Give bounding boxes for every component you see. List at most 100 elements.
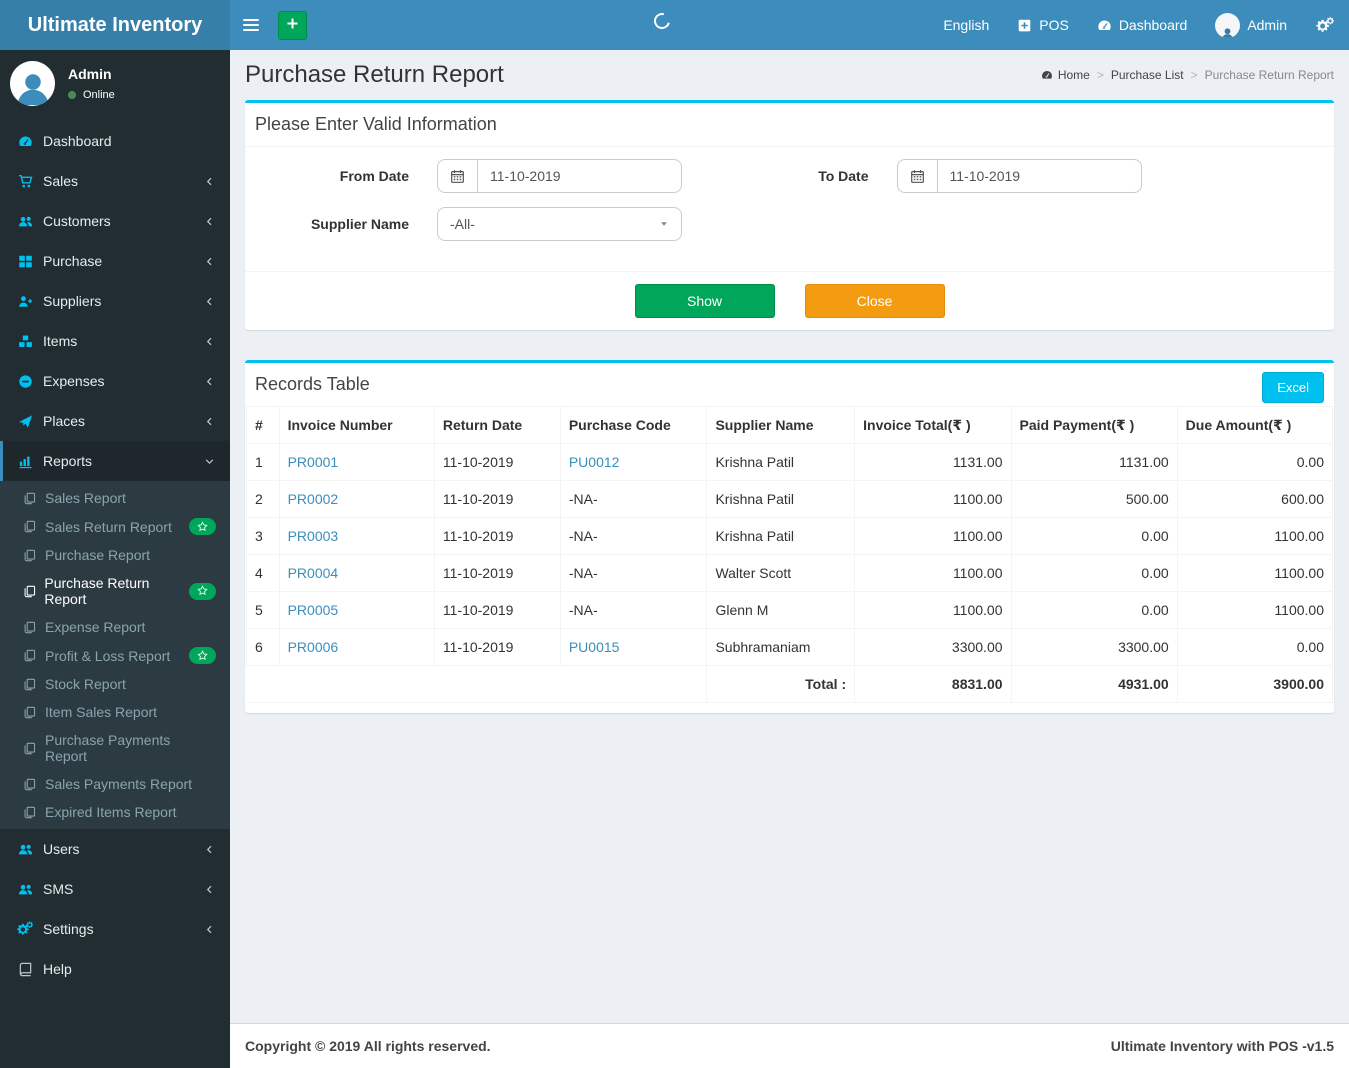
sidebar-item-users[interactable]: Users [0, 829, 230, 869]
sidebar-item-purchase-return-report[interactable]: Purchase Return Report [0, 569, 230, 613]
sidebar-item-purchase-payments-report[interactable]: Purchase Payments Report [0, 726, 230, 770]
sidebar-item-label: Expenses [43, 373, 105, 389]
sidebar-item-expense-report[interactable]: Expense Report [0, 613, 230, 641]
sidebar-item-sales-return-report[interactable]: Sales Return Report [0, 512, 230, 541]
quick-add-button[interactable] [278, 10, 307, 40]
person-icon [13, 68, 53, 106]
sidebar-item-help[interactable]: Help [0, 949, 230, 989]
supplier-group: Supplier Name -All- [255, 207, 790, 241]
copy-icon [22, 492, 37, 505]
sidebar-item-dashboard[interactable]: Dashboard [0, 121, 230, 161]
sidebar-item-purchase[interactable]: Purchase [0, 241, 230, 281]
copy-icon [22, 585, 36, 598]
sidebar-item-label: Sales Return Report [45, 518, 172, 535]
copyright-text: Copyright © 2019 All rights reserved. [245, 1038, 491, 1054]
purchase-code-link[interactable]: PU0012 [569, 454, 620, 470]
show-button[interactable]: Show [634, 284, 775, 318]
breadcrumb-item-home[interactable]: Home [1041, 68, 1090, 82]
sidebar-item-sales-report[interactable]: Sales Report [0, 484, 230, 512]
settings-menu[interactable] [1301, 0, 1349, 50]
invoice-link[interactable]: PR0003 [288, 528, 339, 544]
sidebar-item-sales-payments-report[interactable]: Sales Payments Report [0, 770, 230, 798]
sidebar-item-label: Purchase Return Report [44, 575, 150, 607]
column-header-invoice-total: Invoice Total(₹ ) [854, 406, 1012, 444]
sidebar-item-label: Users [43, 841, 80, 857]
invoice-total-cell: 3300.00 [854, 628, 1012, 666]
column-header-due-amount: Due Amount(₹ ) [1176, 406, 1334, 444]
new-badge [189, 518, 216, 535]
sidebar-item-customers[interactable]: Customers [0, 201, 230, 241]
sidebar-item-label: Dashboard [43, 133, 112, 149]
user-plus-icon [16, 294, 34, 309]
invoice-link[interactable]: PR0005 [288, 602, 339, 618]
from-date-input[interactable] [478, 160, 681, 192]
sidebar-item-item-sales-report[interactable]: Item Sales Report [0, 698, 230, 726]
records-box-title: Records Table [255, 374, 370, 394]
paid-payment-cell: 0.00 [1010, 591, 1178, 629]
breadcrumb-item-purchase-list[interactable]: Purchase List [1111, 68, 1184, 82]
from-date-group: From Date [255, 159, 790, 193]
supplier-cell: Subhramaniam [706, 628, 856, 666]
sidebar-item-items[interactable]: Items [0, 321, 230, 361]
pos-menu[interactable]: POS [1003, 0, 1083, 50]
sidebar-item-expenses[interactable]: Expenses [0, 361, 230, 401]
user-menu[interactable]: Admin [1201, 0, 1301, 50]
due-amount-cell: 0.00 [1176, 628, 1334, 666]
navbar: English POS Dashboard Admin [230, 0, 1349, 50]
sidebar-item-places[interactable]: Places [0, 401, 230, 441]
purchase-code-text: -NA- [568, 565, 598, 581]
sidebar-toggle-button[interactable] [230, 0, 272, 50]
close-button[interactable]: Close [804, 284, 945, 318]
sidebar-item-suppliers[interactable]: Suppliers [0, 281, 230, 321]
due-amount-cell: 0.00 [1176, 443, 1334, 481]
sidebar-item-settings[interactable]: Settings [0, 909, 230, 949]
invoice-total-cell: 1100.00 [854, 591, 1012, 629]
users-icon [16, 214, 34, 229]
sidebar-item-stock-report[interactable]: Stock Report [0, 670, 230, 698]
sidebar-item-profit-loss-report[interactable]: Profit & Loss Report [0, 641, 230, 670]
plus-icon [286, 17, 299, 33]
supplier-cell: Krishna Patil [706, 443, 856, 481]
column-header-return-date: Return Date [433, 406, 561, 444]
sidebar-item-label: Purchase Payments Report [44, 732, 171, 764]
sidebar-item-reports[interactable]: Reports [0, 441, 230, 481]
sidebar-item-purchase-report[interactable]: Purchase Report [0, 541, 230, 569]
calendar-icon[interactable] [898, 160, 938, 192]
invoice-total-cell: 1100.00 [854, 480, 1012, 518]
dashboard-menu[interactable]: Dashboard [1083, 0, 1202, 50]
star-icon [197, 583, 208, 599]
to-date-input[interactable] [937, 160, 1141, 192]
user-panel: Admin Online [0, 50, 230, 119]
total-invoice-total: 8831.00 [854, 665, 1012, 703]
paid-payment-cell: 0.00 [1010, 517, 1178, 555]
star-icon [197, 519, 208, 535]
total-due-amount: 3900.00 [1177, 665, 1334, 703]
sidebar-item-expired-items-report[interactable]: Expired Items Report [0, 798, 230, 826]
reports-submenu: Sales Report Sales Return Report Purchase … [0, 481, 230, 829]
invoice-link[interactable]: PR0002 [288, 491, 339, 507]
language-menu[interactable]: English [929, 0, 1003, 50]
excel-export-button[interactable]: Excel [1262, 372, 1324, 403]
row-number: 1 [246, 443, 280, 481]
avatar [1215, 12, 1241, 38]
supplier-selected-value: -All- [450, 216, 475, 232]
purchase-code-link[interactable]: PU0015 [569, 639, 620, 655]
sidebar-item-sms[interactable]: SMS [0, 869, 230, 909]
invoice-link[interactable]: PR0006 [288, 639, 339, 655]
app-logo[interactable]: Ultimate Inventory [0, 0, 230, 50]
sidebar-item-sales[interactable]: Sales [0, 161, 230, 201]
minus-circle-icon [16, 374, 34, 389]
sidebar-item-label: Reports [43, 453, 93, 469]
invoice-total-cell: 1100.00 [854, 517, 1012, 555]
sidebar-menu: Dashboard Sales Customers Purchase Suppliers… [0, 121, 230, 989]
row-number: 5 [246, 591, 280, 629]
sidebar-item-label: Purchase [43, 253, 103, 269]
calendar-icon[interactable] [438, 160, 478, 192]
chevron-left-icon [204, 176, 215, 187]
invoice-link[interactable]: PR0004 [288, 565, 339, 581]
invoice-link[interactable]: PR0001 [288, 454, 339, 470]
sidebar-item-label: Sales [43, 173, 79, 189]
supplier-select[interactable]: -All- [437, 207, 682, 241]
cubes-icon [16, 334, 34, 349]
bar-chart-icon [16, 454, 34, 469]
